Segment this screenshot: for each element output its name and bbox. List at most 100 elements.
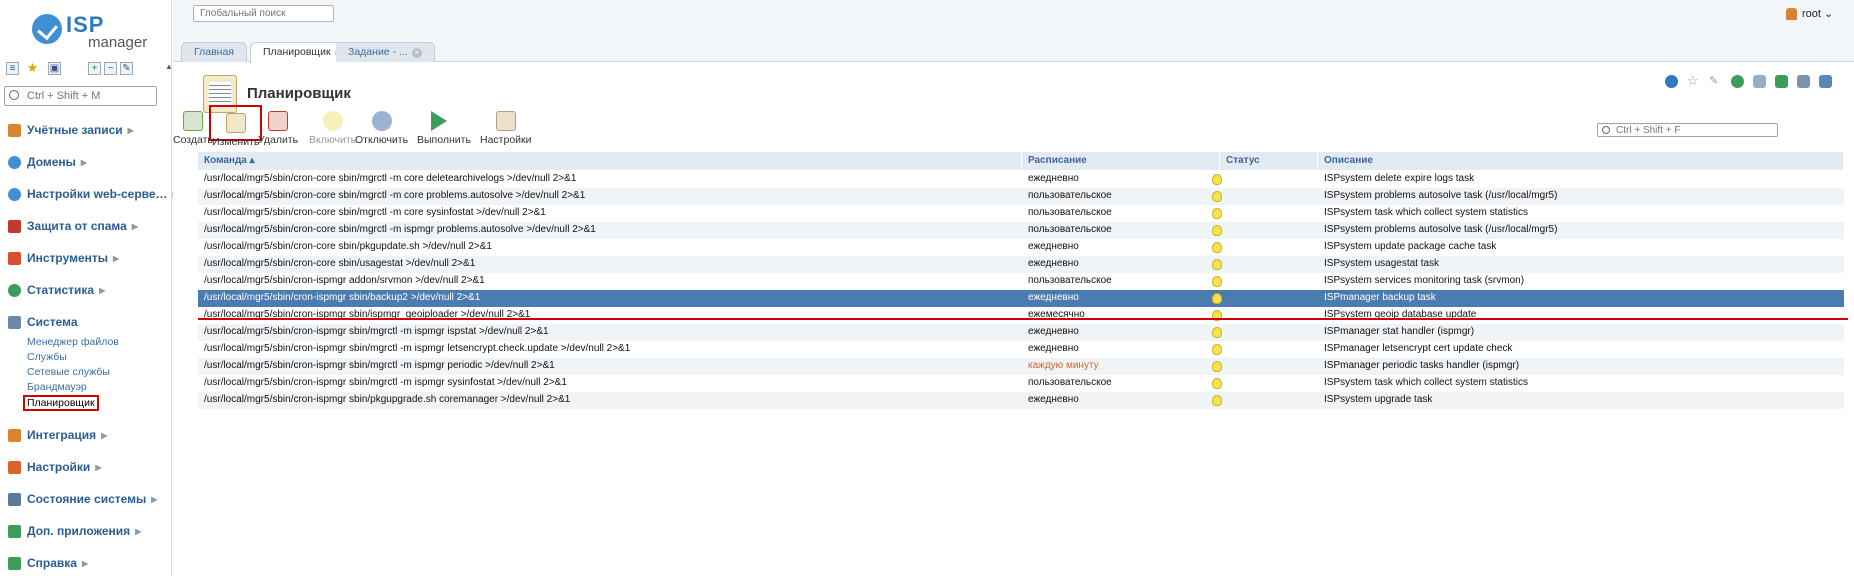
sidebar-item-services[interactable]: Службы bbox=[27, 351, 67, 363]
schedule-cell: пользовательское bbox=[1028, 377, 1112, 388]
table-row[interactable]: /usr/local/mgr5/sbin/cron-core sbin/mgrc… bbox=[198, 222, 1844, 239]
columns-icon[interactable] bbox=[1753, 75, 1766, 88]
header-schedule[interactable]: Расписание bbox=[1022, 152, 1220, 170]
description-cell: ISPsystem problems autosolve task (/usr/… bbox=[1324, 190, 1558, 201]
print-icon[interactable] bbox=[1797, 75, 1810, 88]
command-cell: /usr/local/mgr5/sbin/cron-ispmgr sbin/mg… bbox=[204, 343, 631, 354]
sidebar-search[interactable] bbox=[4, 86, 157, 106]
nav-label: Настройки web-серве… bbox=[27, 187, 168, 201]
header-description[interactable]: Описание bbox=[1318, 152, 1844, 170]
settings-button[interactable]: Настройки bbox=[480, 108, 532, 146]
enable-button[interactable]: Включить bbox=[309, 108, 356, 146]
sidebar-item-scheduler[interactable]: Планировщик bbox=[23, 395, 99, 411]
briefcase-icon[interactable]: ▣ bbox=[48, 62, 61, 75]
favorites-star-icon[interactable]: ★ bbox=[26, 61, 39, 75]
command-cell: /usr/local/mgr5/sbin/cron-ispmgr sbin/mg… bbox=[204, 377, 567, 388]
export-icon[interactable] bbox=[1775, 75, 1788, 88]
schedule-cell: ежедневно bbox=[1028, 258, 1079, 269]
tab-task[interactable]: Задание - ... × bbox=[336, 42, 435, 62]
table-row[interactable]: /usr/local/mgr5/sbin/cron-ispmgr sbin/is… bbox=[198, 307, 1844, 324]
tab-home[interactable]: Главная bbox=[181, 42, 247, 62]
expand-all-icon[interactable]: + bbox=[88, 62, 101, 75]
users-icon bbox=[8, 123, 21, 137]
table-row[interactable]: /usr/local/mgr5/sbin/cron-ispmgr sbin/mg… bbox=[198, 358, 1844, 375]
logo-manager-text: manager bbox=[88, 34, 148, 51]
description-cell: ISPsystem delete expire logs task bbox=[1324, 173, 1475, 184]
pin-icon[interactable]: ✎ bbox=[120, 62, 133, 75]
header-status[interactable]: Статус bbox=[1220, 152, 1318, 170]
status-bulb-icon bbox=[1212, 293, 1222, 304]
table-row[interactable]: /usr/local/mgr5/sbin/cron-ispmgr addon/s… bbox=[198, 273, 1844, 290]
nav-accounts[interactable]: Учётные записи ▶ bbox=[8, 121, 134, 139]
nav-label: Домены bbox=[27, 155, 76, 169]
plus-icon bbox=[8, 524, 21, 538]
logo[interactable]: ISP manager bbox=[30, 10, 150, 54]
user-menu[interactable]: root ⌄ bbox=[1786, 7, 1833, 20]
description-cell: ISPmanager periodic tasks handler (ispmg… bbox=[1324, 360, 1520, 371]
delete-icon bbox=[268, 111, 289, 131]
create-button[interactable]: Создать bbox=[173, 108, 213, 146]
table-filter-input[interactable] bbox=[1597, 123, 1778, 137]
command-cell: /usr/local/mgr5/sbin/cron-ispmgr sbin/mg… bbox=[204, 360, 555, 371]
tree-view-icon[interactable]: ≡ bbox=[6, 62, 19, 75]
filter-search-icon bbox=[1602, 126, 1610, 134]
nav-settings[interactable]: Настройки ▶ bbox=[8, 458, 101, 476]
table-row[interactable]: /usr/local/mgr5/sbin/cron-ispmgr sbin/pk… bbox=[198, 392, 1844, 409]
nav-spam-protection[interactable]: Защита от спама ▶ bbox=[8, 217, 138, 235]
play-icon bbox=[431, 111, 447, 131]
run-button[interactable]: Выполнить bbox=[417, 108, 471, 146]
schedule-cell: ежедневно bbox=[1028, 173, 1079, 184]
collapse-all-icon[interactable]: − bbox=[104, 62, 117, 75]
close-tab-icon[interactable]: × bbox=[411, 48, 422, 58]
nav-help[interactable]: Справка ▶ bbox=[8, 554, 88, 572]
table-row[interactable]: /usr/local/mgr5/sbin/cron-core sbin/pkgu… bbox=[198, 239, 1844, 256]
table-settings-icon[interactable] bbox=[1819, 75, 1832, 88]
schedule-cell: ежедневно bbox=[1028, 241, 1079, 252]
command-cell: /usr/local/mgr5/sbin/cron-ispmgr addon/s… bbox=[204, 275, 485, 286]
collapse-sidebar-icon[interactable]: ▲ bbox=[165, 62, 173, 71]
nav-label: Учётные записи bbox=[27, 123, 123, 137]
nav-label: Доп. приложения bbox=[27, 524, 131, 538]
nav-system[interactable]: Система bbox=[8, 313, 78, 331]
table-row[interactable]: /usr/local/mgr5/sbin/cron-ispmgr sbin/mg… bbox=[198, 324, 1844, 341]
nav-system-status[interactable]: Состояние системы ▶ bbox=[8, 490, 157, 508]
table-row[interactable]: /usr/local/mgr5/sbin/cron-core sbin/mgrc… bbox=[198, 188, 1844, 205]
disable-button[interactable]: Отключить bbox=[355, 108, 408, 146]
star-icon[interactable]: ☆ bbox=[1687, 74, 1700, 88]
sidebar-item-firewall[interactable]: Брандмауэр bbox=[27, 381, 87, 393]
table-row[interactable]: /usr/local/mgr5/sbin/cron-ispmgr sbin/ba… bbox=[198, 290, 1844, 307]
edit-button[interactable]: Изменить bbox=[209, 105, 263, 148]
nav-integration[interactable]: Интеграция ▶ bbox=[8, 426, 107, 444]
delete-button[interactable]: Удалить bbox=[258, 108, 298, 146]
pin-icon[interactable]: ✎ bbox=[1709, 75, 1722, 88]
header-command[interactable]: Команда ▴ bbox=[198, 152, 1022, 170]
nav-statistics[interactable]: Статистика ▶ bbox=[8, 281, 105, 299]
table-row[interactable]: /usr/local/mgr5/sbin/cron-core sbin/mgrc… bbox=[198, 205, 1844, 222]
table-row[interactable]: /usr/local/mgr5/sbin/cron-core sbin/usag… bbox=[198, 256, 1844, 273]
global-search-input[interactable] bbox=[193, 5, 334, 22]
user-name: root ⌄ bbox=[1802, 8, 1834, 20]
table-row[interactable]: /usr/local/mgr5/sbin/cron-ispmgr sbin/mg… bbox=[198, 341, 1844, 358]
nav-addons[interactable]: Доп. приложения ▶ bbox=[8, 522, 141, 540]
bulb-off-icon bbox=[371, 111, 392, 131]
table-row[interactable]: /usr/local/mgr5/sbin/cron-ispmgr sbin/mg… bbox=[198, 375, 1844, 392]
globe-icon[interactable] bbox=[1731, 75, 1744, 88]
schedule-cell: ежедневно bbox=[1028, 326, 1079, 337]
button-label: Включить bbox=[309, 134, 357, 146]
nav-web-settings[interactable]: Настройки web-серве…▶ bbox=[8, 185, 179, 203]
nav-domains[interactable]: Домены ▶ bbox=[8, 153, 87, 171]
nav-tools[interactable]: Инструменты ▶ bbox=[8, 249, 119, 267]
bulb-on-icon bbox=[322, 111, 343, 131]
status-bulb-icon bbox=[1212, 276, 1222, 287]
table-row[interactable]: /usr/local/mgr5/sbin/cron-core sbin/mgrc… bbox=[198, 171, 1844, 188]
tab-label: Планировщик bbox=[263, 46, 331, 58]
status-bulb-icon bbox=[1212, 259, 1222, 270]
sidebar-search-input[interactable] bbox=[25, 88, 150, 104]
sidebar-item-file-manager[interactable]: Менеджер файлов bbox=[27, 336, 119, 348]
main-content: Планировщик ☆ ✎ Создать Изменить Удалить… bbox=[173, 63, 1854, 576]
status-bulb-icon bbox=[1212, 191, 1222, 202]
sidebar-item-network-services[interactable]: Сетевые службы bbox=[27, 366, 110, 378]
description-cell: ISPsystem services monitoring task (srvm… bbox=[1324, 275, 1525, 286]
refresh-icon[interactable] bbox=[1665, 75, 1678, 88]
command-cell: /usr/local/mgr5/sbin/cron-core sbin/mgrc… bbox=[204, 207, 546, 218]
